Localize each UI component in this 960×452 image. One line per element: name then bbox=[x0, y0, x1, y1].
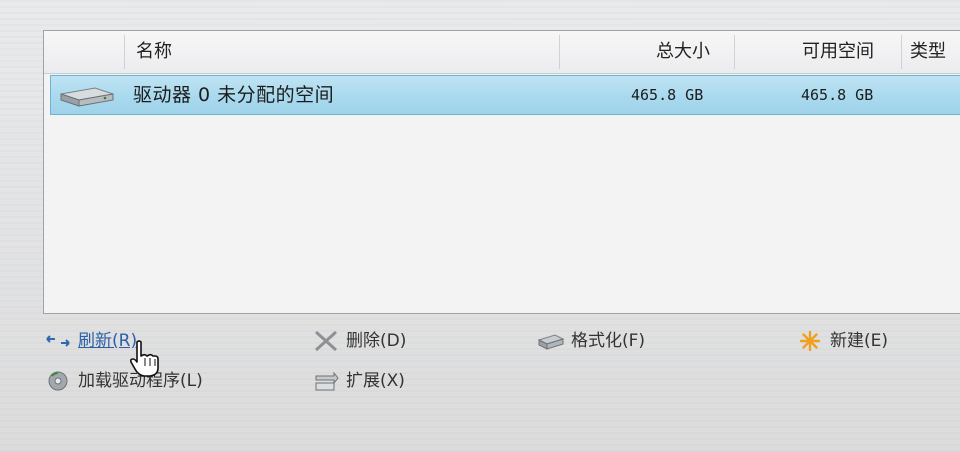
delete-label: 删除(D) bbox=[346, 331, 407, 351]
delete-button[interactable]: 删除(D) bbox=[312, 326, 406, 356]
new-label: 新建(E) bbox=[830, 331, 889, 351]
column-separator bbox=[734, 35, 735, 69]
hard-drive-icon bbox=[537, 334, 565, 350]
hard-drive-icon bbox=[60, 87, 114, 107]
extend-icon bbox=[315, 371, 339, 391]
new-button[interactable]: 新建(E) bbox=[796, 326, 888, 356]
extend-label: 扩展(X) bbox=[346, 371, 405, 391]
refresh-icon bbox=[46, 335, 70, 347]
row-total-size: 465.8 GB bbox=[631, 86, 704, 104]
extend-button[interactable]: 扩展(X) bbox=[312, 366, 405, 396]
row-name: 驱动器 0 未分配的空间 bbox=[133, 84, 335, 106]
partition-list: 名称 总大小 可用空间 类型 驱动器 0 未分配的空间 465.8 GB 465… bbox=[43, 30, 960, 314]
refresh-button[interactable]: 刷新(R) bbox=[44, 326, 137, 356]
column-total-size-header[interactable]: 总大小 bbox=[656, 31, 710, 73]
column-separator bbox=[901, 35, 902, 69]
column-separator bbox=[559, 35, 560, 69]
column-type-header[interactable]: 类型 bbox=[910, 31, 946, 73]
row-free-space: 465.8 GB bbox=[801, 86, 874, 104]
column-header: 名称 总大小 可用空间 类型 bbox=[44, 31, 960, 74]
format-button[interactable]: 格式化(F) bbox=[537, 326, 645, 356]
disc-icon bbox=[48, 371, 68, 391]
column-free-space-header[interactable]: 可用空间 bbox=[802, 31, 874, 73]
star-burst-icon bbox=[799, 330, 821, 352]
column-name-header[interactable]: 名称 bbox=[136, 31, 172, 73]
column-separator bbox=[124, 35, 125, 69]
table-row[interactable]: 驱动器 0 未分配的空间 465.8 GB 465.8 GB bbox=[50, 75, 960, 115]
hand-cursor-icon bbox=[129, 340, 159, 377]
format-label: 格式化(F) bbox=[571, 331, 646, 351]
load-driver-button[interactable]: 加载驱动程序(L) bbox=[44, 366, 203, 396]
delete-icon bbox=[314, 330, 338, 352]
